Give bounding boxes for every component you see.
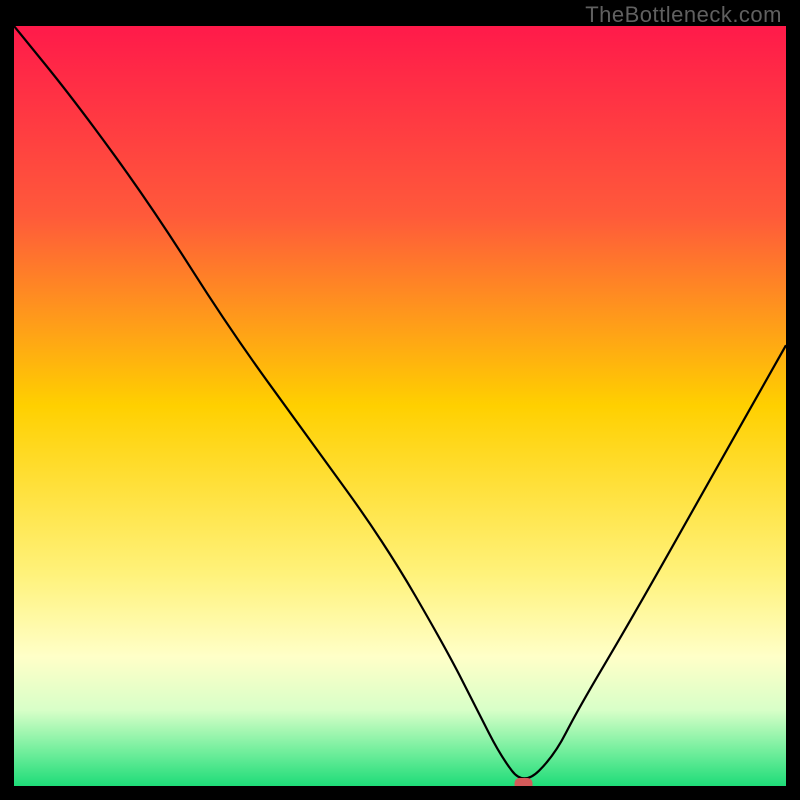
marker-dot: [515, 778, 533, 786]
plot-area: [14, 26, 786, 786]
watermark-text: TheBottleneck.com: [585, 2, 782, 28]
gradient-background: [14, 26, 786, 786]
chart-frame: TheBottleneck.com: [0, 0, 800, 800]
chart-svg: [14, 26, 786, 786]
